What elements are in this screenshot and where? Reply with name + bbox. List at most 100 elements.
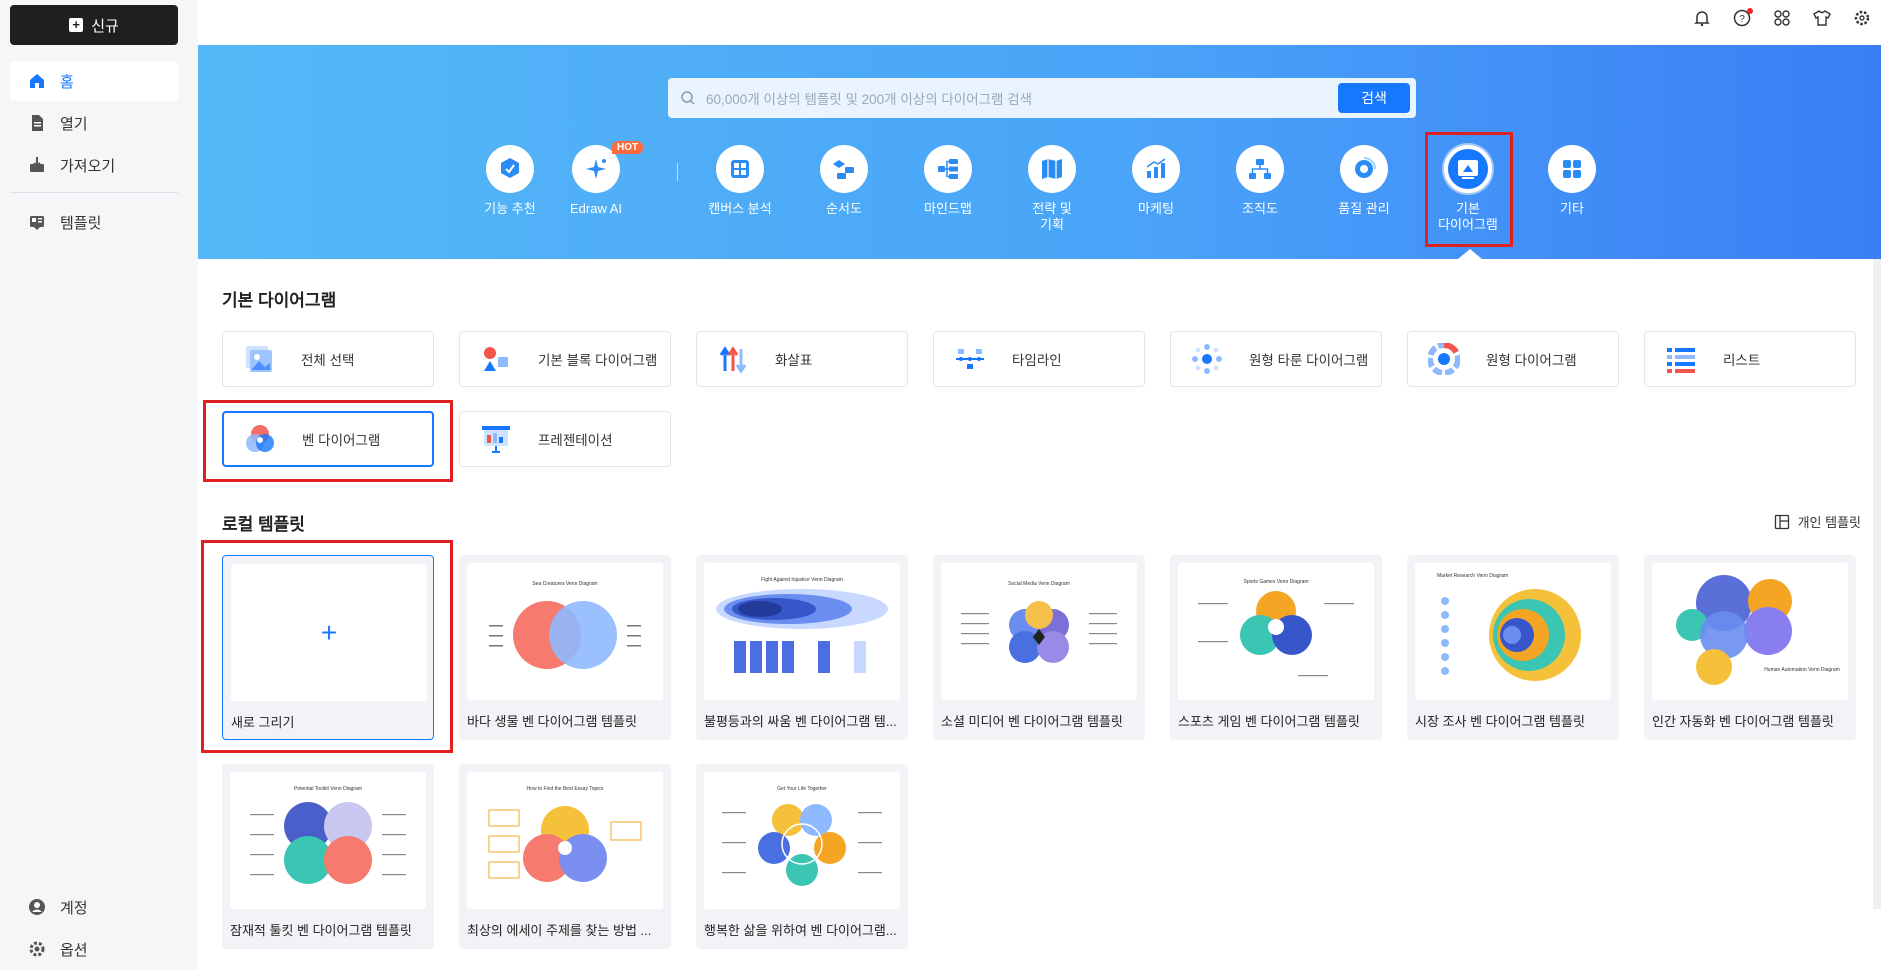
app-window: + 신규 홈 열기 가져오기 템플릿 계정 옵션 ? 60,000개 이상의 템…: [0, 0, 1881, 970]
template-thumbnail: Market Research Venn Diagram: [1415, 563, 1611, 700]
category-strategy[interactable]: 전략 및 기획: [1000, 145, 1104, 233]
svg-text:Market Research Venn Diagram: Market Research Venn Diagram: [1437, 573, 1508, 579]
personal-templates-link[interactable]: 개인 템플릿: [1774, 512, 1861, 531]
card-circle[interactable]: 원형 다이어그램: [1407, 331, 1619, 387]
personal-templates-label: 개인 템플릿: [1797, 515, 1861, 530]
sidebar-divider: [10, 192, 178, 193]
template-card[interactable]: Sea Creatures Venn Diagram 바다 생물 벤 다이어그램…: [459, 555, 671, 740]
flowchart-icon: [833, 160, 854, 179]
template-card[interactable]: Potential Toolkit Venn Diagram 잠재적 툴킷 벤 …: [222, 764, 434, 949]
search-bar[interactable]: 60,000개 이상의 템플릿 및 200개 이상의 다이어그램 검색 검색: [668, 78, 1416, 118]
sidebar-item-templates[interactable]: 템플릿: [10, 202, 178, 242]
circle-icon: [1428, 343, 1460, 375]
card-radial[interactable]: 원형 타룬 다이어그램: [1170, 331, 1382, 387]
scrollbar[interactable]: [1873, 259, 1881, 909]
top-toolbar: ?: [1691, 0, 1881, 36]
category-quality[interactable]: 품질 관리: [1312, 145, 1416, 217]
svg-text:Sports Games Venn Diagram: Sports Games Venn Diagram: [1243, 579, 1308, 585]
template-card[interactable]: How to Find the Best Essay Topics 최상의 에세…: [459, 764, 671, 949]
card-label: 프레젠테이션: [538, 433, 613, 448]
shirt-icon[interactable]: [1811, 7, 1833, 29]
svg-text:How to Find the Best Essay Top: How to Find the Best Essay Topics: [527, 786, 604, 792]
template-thumbnail: Sports Games Venn Diagram: [1178, 563, 1374, 700]
template-label: 바다 생물 벤 다이어그램 템플릿: [467, 714, 637, 729]
highlight-box: [201, 540, 453, 753]
category-orgchart[interactable]: 조직도: [1208, 145, 1312, 217]
category-label: 캔버스 분석: [708, 201, 772, 216]
template-thumbnail: Potential Toolkit Venn Diagram: [230, 772, 426, 909]
template-card[interactable]: Human Automation Venn Diagram 인간 자동화 벤 다…: [1644, 555, 1856, 740]
notification-dot: [1747, 8, 1753, 14]
home-icon: [30, 74, 44, 88]
hero-banner: 60,000개 이상의 템플릿 및 200개 이상의 다이어그램 검색 검색 기…: [198, 45, 1881, 259]
category-flowchart[interactable]: 순서도: [792, 145, 896, 217]
template-thumbnail: Sea Creatures Venn Diagram: [467, 563, 663, 700]
file-icon: [32, 115, 43, 131]
template-card[interactable]: Get Your Life Together 행복한 삶을 위하여 벤 다이어그…: [696, 764, 908, 949]
category-marketing[interactable]: 마케팅: [1104, 145, 1208, 217]
card-label: 리스트: [1723, 353, 1761, 368]
template-card[interactable]: Sports Games Venn Diagram 스포츠 게임 벤 다이어그램…: [1170, 555, 1382, 740]
bell-icon[interactable]: [1691, 7, 1713, 29]
settings-icon[interactable]: [1851, 7, 1873, 29]
category-edraw-ai[interactable]: HOT Edraw AI: [544, 141, 648, 217]
sidebar-item-label: 옵션: [60, 941, 88, 959]
sidebar-item-account[interactable]: 계정: [10, 887, 178, 927]
new-button-label: 신규: [91, 17, 119, 35]
category-label: 기타: [1560, 201, 1584, 216]
card-label: 기본 블록 다이어그램: [538, 353, 658, 368]
user-icon: [29, 899, 45, 915]
plus-icon: +: [69, 18, 84, 32]
search-icon: [681, 91, 695, 105]
sidebar-item-open[interactable]: 열기: [10, 103, 178, 143]
template-thumbnail: Human Automation Venn Diagram: [1652, 563, 1848, 700]
card-list[interactable]: 리스트: [1644, 331, 1856, 387]
active-indicator: [1458, 249, 1482, 259]
category-mindmap[interactable]: 마인드맵: [896, 145, 1000, 217]
sidebar-item-import[interactable]: 가져오기: [10, 145, 178, 185]
sidebar-item-label: 홈: [60, 73, 74, 91]
sidebar: + 신규 홈 열기 가져오기 템플릿 계정 옵션: [0, 0, 198, 970]
help-icon[interactable]: ?: [1731, 7, 1753, 29]
mindmap-icon: [938, 159, 958, 179]
template-label: 행복한 삶을 위하여 벤 다이어그램...: [704, 923, 897, 938]
card-arrow[interactable]: 화살표: [696, 331, 908, 387]
category-canvas[interactable]: 캔버스 분석: [688, 145, 792, 217]
template-card[interactable]: Market Research Venn Diagram 시장 조사 벤 다이어…: [1407, 555, 1619, 740]
sidebar-item-label: 계정: [60, 899, 88, 917]
template-label: 스포츠 게임 벤 다이어그램 템플릿: [1178, 714, 1360, 729]
category-label: 마인드맵: [924, 201, 972, 216]
category-separator: [677, 163, 678, 181]
template-thumbnail: Social Media Venn Diagram: [941, 563, 1137, 700]
orgchart-icon: [1249, 159, 1271, 179]
apps-icon[interactable]: [1771, 7, 1793, 29]
card-block[interactable]: 기본 블록 다이어그램: [459, 331, 671, 387]
category-label: 기능 추천: [484, 201, 536, 216]
hot-badge: HOT: [612, 141, 644, 154]
template-card[interactable]: Fight Against Injustice Venn Diagram 불평등…: [696, 555, 908, 740]
template-card[interactable]: Social Media Venn Diagram 소셜 미디어 벤 다이어그램…: [933, 555, 1145, 740]
highlight-box: [1425, 132, 1513, 247]
template-label: 잠재적 툴킷 벤 다이어그램 템플릿: [230, 923, 412, 938]
card-presentation[interactable]: 프레젠테이션: [459, 411, 671, 467]
category-more[interactable]: 기타: [1520, 145, 1624, 217]
presentation-icon: [482, 426, 510, 453]
template-label: 소셜 미디어 벤 다이어그램 템플릿: [941, 714, 1123, 729]
card-label: 전체 선택: [301, 353, 355, 368]
card-all[interactable]: 전체 선택: [222, 331, 434, 387]
new-button[interactable]: + 신규: [10, 5, 178, 45]
search-button[interactable]: 검색: [1338, 83, 1410, 113]
template-thumbnail: Get Your Life Together: [704, 772, 900, 909]
section-title-local: 로컬 템플릿: [222, 515, 305, 534]
more-icon: [1563, 160, 1581, 178]
marketing-icon: [1146, 158, 1166, 178]
search-input[interactable]: 60,000개 이상의 템플릿 및 200개 이상의 다이어그램 검색: [706, 88, 1032, 108]
sidebar-item-label: 열기: [60, 115, 88, 133]
sidebar-item-options[interactable]: 옵션: [10, 929, 178, 969]
sidebar-item-home[interactable]: 홈: [10, 61, 178, 101]
template-label: 최상의 에세이 주제를 찾는 방법 ...: [467, 923, 652, 938]
import-icon: [30, 157, 44, 172]
card-timeline[interactable]: 타임라인: [933, 331, 1145, 387]
svg-text:Social Media Venn Diagram: Social Media Venn Diagram: [1008, 581, 1070, 587]
card-label: 원형 타룬 다이어그램: [1249, 353, 1369, 368]
